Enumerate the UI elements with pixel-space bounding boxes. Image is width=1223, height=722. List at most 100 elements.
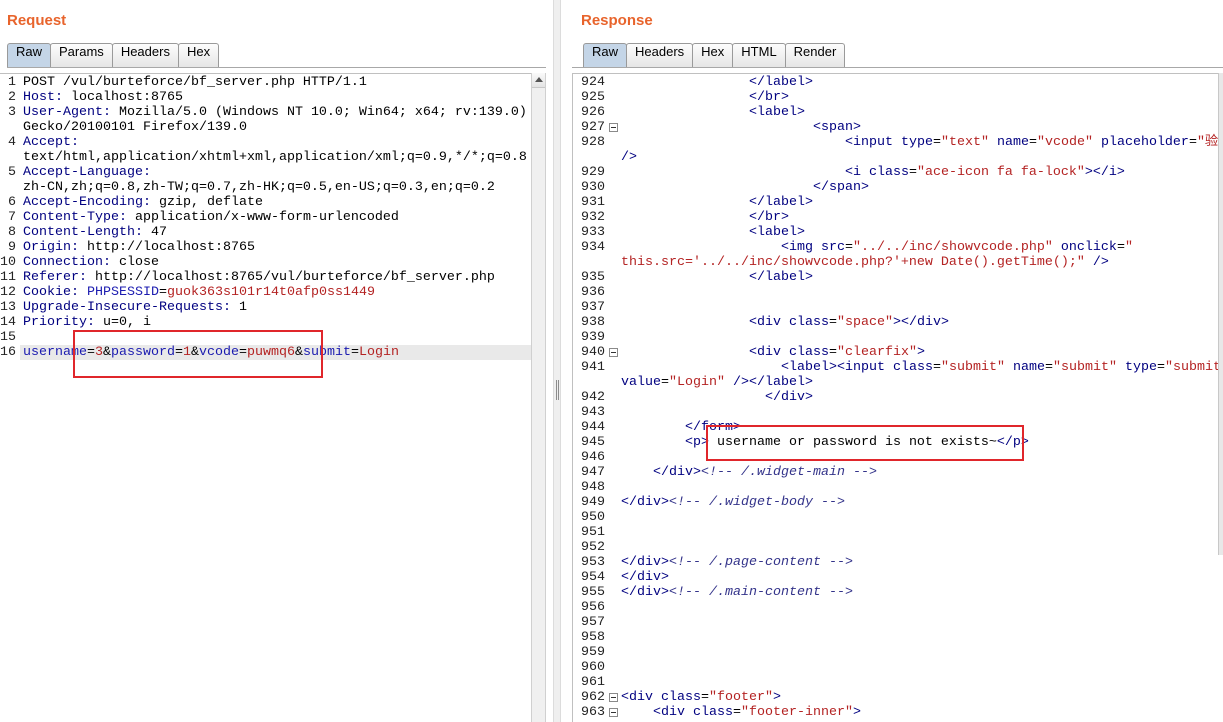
line-number: 961 (581, 675, 605, 690)
request-code-line[interactable]: 4 Accept: (0, 135, 531, 150)
line-content: </div><!-- /.widget-body --> (621, 495, 845, 510)
split-pane-divider[interactable] (553, 0, 561, 722)
request-tab-hex[interactable]: Hex (177, 43, 220, 67)
response-code-line: 963 <div class="footer-inner"> (573, 705, 1218, 720)
line-content: </div> (621, 570, 669, 585)
response-tab-render[interactable]: Render (784, 43, 846, 67)
header-name: Upgrade-Insecure-Requests: (23, 300, 231, 315)
response-code-line: 932 </br> (573, 210, 1218, 225)
request-tab-params[interactable]: Params (50, 43, 113, 67)
punctuation: = (844, 240, 853, 255)
html-tag: </br> (621, 210, 789, 225)
fold-collapse-icon[interactable] (609, 693, 618, 702)
line-number: 8 (8, 225, 16, 240)
response-code-line: 943 (573, 405, 1218, 420)
line-number: 932 (581, 210, 605, 225)
value-token: Login (359, 345, 399, 360)
request-code-line[interactable]: 16 username=3&password=1&vcode=puwmq6&sub… (0, 345, 531, 360)
request-code-line[interactable]: zh-CN,zh;q=0.8,zh-TW;q=0.7,zh-HK;q=0.5,e… (0, 180, 531, 195)
response-vertical-scrollbar[interactable] (1218, 73, 1223, 555)
html-tag: </p> (996, 435, 1029, 450)
response-tab-raw[interactable]: Raw (583, 43, 628, 67)
request-tab-headers[interactable]: Headers (111, 43, 179, 67)
html-tag: </span> (621, 180, 869, 195)
response-code-line: 935 </label> (573, 270, 1218, 285)
request-code-line[interactable]: 10 Connection: close (0, 255, 531, 270)
punctuation: = (239, 345, 247, 360)
request-tab-raw[interactable]: Raw (7, 43, 52, 67)
line-number: 933 (581, 225, 605, 240)
request-code-line[interactable]: 13 Upgrade-Insecure-Requests: 1 (0, 300, 531, 315)
request-code-line[interactable]: 11 Referer: http://localhost:8765/vul/bur… (0, 270, 531, 285)
text-token: u=0, i (94, 315, 151, 330)
response-tab-headers[interactable]: Headers (626, 43, 694, 67)
text-token: localhost:8765 (63, 90, 183, 105)
line-content: value="Login" /></label> (621, 375, 813, 390)
response-raw-editor[interactable]: 924 </label> 925 </br> 926 <label> 927 <spa… (572, 73, 1218, 722)
response-code-line: 927 <span> (573, 120, 1218, 135)
request-code-line[interactable]: 8 Content-Length: 47 (0, 225, 531, 240)
value-token: "验 (1196, 135, 1218, 150)
response-code-line: 952 (573, 540, 1218, 555)
punctuation: = (1188, 135, 1197, 150)
fold-collapse-icon[interactable] (609, 348, 618, 357)
response-code-line: 930 </span> (573, 180, 1218, 195)
html-tag: /> (1084, 255, 1109, 270)
request-code-line[interactable]: 14 Priority: u=0, i (0, 315, 531, 330)
line-content: </div> (621, 390, 813, 405)
response-code-line: 928 <input type="text" name="vcode" plac… (573, 135, 1218, 150)
line-content: <label> (621, 225, 805, 240)
html-comment: <!-- /.widget-main --> (700, 465, 877, 480)
line-content: <div class="footer"> (621, 690, 781, 705)
line-number: 953 (581, 555, 605, 570)
request-raw-editor[interactable]: 1 POST /vul/burteforce/bf_server.php HTTP… (0, 73, 531, 722)
request-code-line[interactable]: 15 (0, 330, 531, 345)
request-vertical-scrollbar[interactable] (531, 73, 546, 722)
request-code-line[interactable]: text/html,application/xhtml+xml,applicat… (0, 150, 531, 165)
line-content: </br> (621, 210, 789, 225)
html-tag: <label><input (621, 360, 885, 375)
punctuation: = (1044, 360, 1053, 375)
line-number: 940 (581, 345, 605, 360)
request-code-line[interactable]: 7 Content-Type: application/x-www-form-ur… (0, 210, 531, 225)
request-code-line[interactable]: Gecko/20100101 Firefox/139.0 (0, 120, 531, 135)
request-title: Request (7, 12, 67, 29)
request-code-line[interactable]: 6 Accept-Encoding: gzip, deflate (0, 195, 531, 210)
arrow-up-icon (535, 77, 543, 82)
response-code-line: 931 </label> (573, 195, 1218, 210)
line-number: 956 (581, 600, 605, 615)
line-content: /> (621, 150, 637, 165)
response-code-line: 961 (573, 675, 1218, 690)
line-content: <div class="space"></div> (621, 315, 949, 330)
response-code-line: 939 (573, 330, 1218, 345)
scroll-up-button[interactable] (532, 73, 545, 88)
response-tab-hex[interactable]: Hex (692, 43, 734, 67)
request-code-line[interactable]: 1 POST /vul/burteforce/bf_server.php HTTP… (0, 75, 531, 90)
request-code-line[interactable]: 9 Origin: http://localhost:8765 (0, 240, 531, 255)
line-number: 15 (0, 330, 16, 345)
line-content: Referer: http://localhost:8765/vul/burte… (23, 270, 495, 285)
request-code-line[interactable]: 12 Cookie: PHPSESSID=guok363s101r14t0afp0… (0, 285, 531, 300)
fold-collapse-icon[interactable] (609, 123, 618, 132)
fold-collapse-icon[interactable] (609, 708, 618, 717)
html-tag: ></div> (892, 315, 949, 330)
request-code-line[interactable]: 2 Host: localhost:8765 (0, 90, 531, 105)
attribute-name: class (653, 690, 701, 705)
line-number: 949 (581, 495, 605, 510)
line-content: User-Agent: Mozilla/5.0 (Windows NT 10.0… (23, 105, 527, 120)
line-number: 957 (581, 615, 605, 630)
header-name: Content-Type: (23, 210, 127, 225)
line-number: 931 (581, 195, 605, 210)
param-name: username (23, 345, 87, 360)
response-tab-html[interactable]: HTML (732, 43, 786, 67)
punctuation: = (932, 360, 941, 375)
value-token: "vcode" (1036, 135, 1093, 150)
request-code-line[interactable]: 3 User-Agent: Mozilla/5.0 (Windows NT 10.… (0, 105, 531, 120)
punctuation: = (87, 345, 95, 360)
response-code-line: 958 (573, 630, 1218, 645)
line-content: <div class="footer-inner"> (621, 705, 861, 720)
response-code-line: 960 (573, 660, 1218, 675)
request-code-line[interactable]: 5 Accept-Language: (0, 165, 531, 180)
line-number: 958 (581, 630, 605, 645)
